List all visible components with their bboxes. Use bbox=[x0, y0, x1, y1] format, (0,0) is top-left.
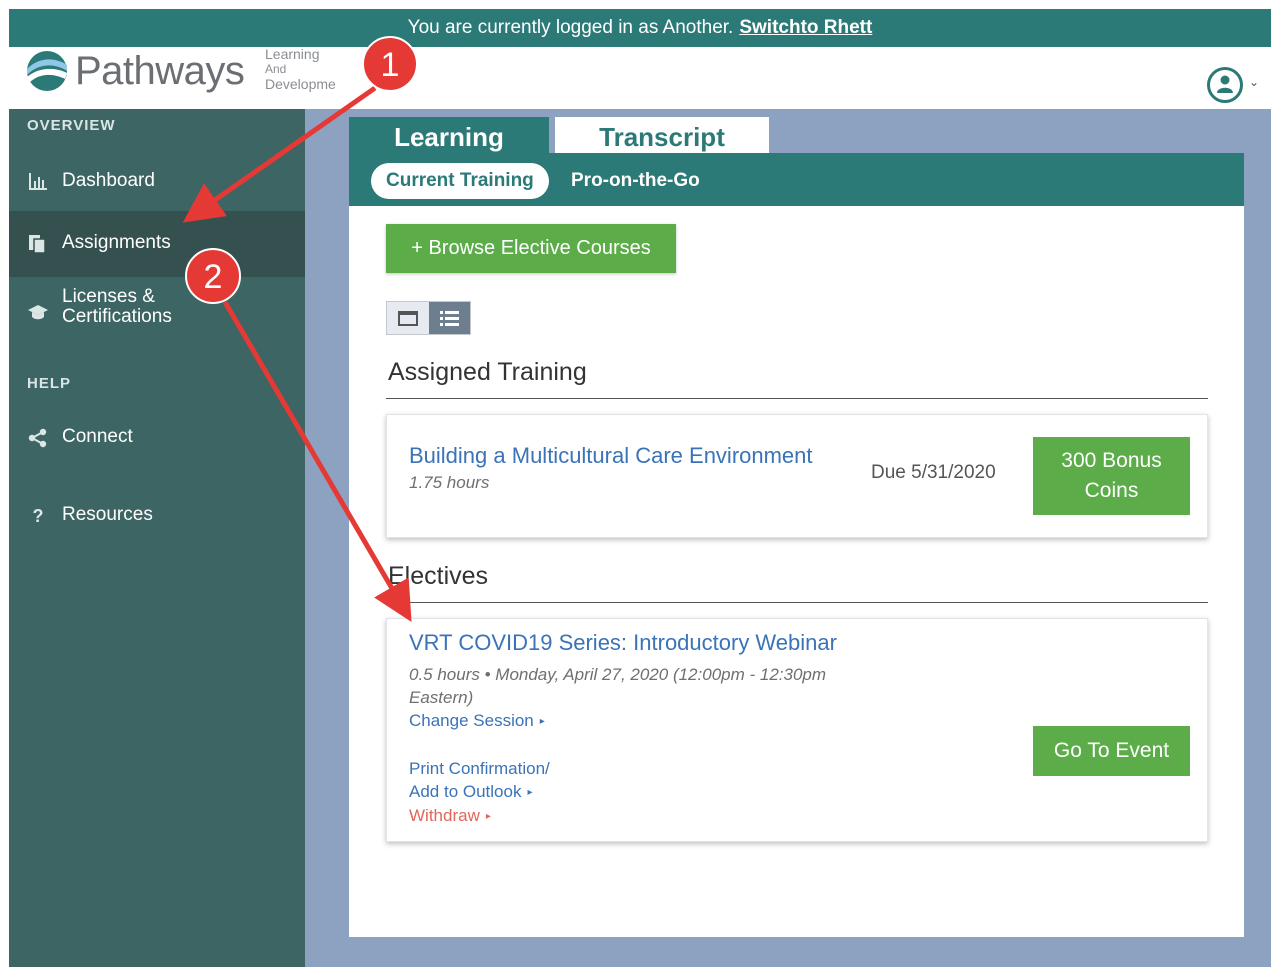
sidebar-item-label: Connect bbox=[62, 426, 133, 447]
bonus-coins-button[interactable]: 300 Bonus Coins bbox=[1033, 437, 1190, 515]
sidebar: OVERVIEW Dashboard Assignments Licenses … bbox=[9, 109, 305, 967]
main-panel: Learning Transcript Current Training Pro… bbox=[349, 115, 1244, 937]
subtab-pro-on-the-go[interactable]: Pro-on-the-Go bbox=[556, 163, 715, 199]
sidebar-item-label: Certifications bbox=[62, 306, 172, 327]
sidebar-item-licenses[interactable]: Licenses & Certifications bbox=[9, 277, 305, 347]
switch-user-link[interactable]: Switchto Rhett bbox=[739, 17, 872, 38]
sidebar-item-label: Licenses & bbox=[62, 286, 155, 307]
session-time: Eastern) bbox=[409, 688, 474, 707]
banner-text: You are currently logged in as Another. bbox=[407, 17, 734, 38]
app-header: Pathways Learning And Developme ⌄ bbox=[9, 47, 1271, 109]
subtab-bar: Current Training Pro-on-the-Go bbox=[349, 153, 1244, 206]
user-avatar-icon bbox=[1207, 67, 1243, 103]
print-confirmation-link[interactable]: Print Confirmation/ Add to Outlook ▸ bbox=[409, 757, 550, 804]
elective-course-card: VRT COVID19 Series: Introductory Webinar… bbox=[386, 618, 1208, 842]
section-divider bbox=[386, 398, 1208, 399]
change-session-link[interactable]: Change Session ▸ bbox=[409, 711, 545, 731]
tab-learning[interactable]: Learning bbox=[349, 117, 549, 157]
go-to-event-button[interactable]: Go To Event bbox=[1033, 726, 1190, 776]
add-to-outlook-label: Add to Outlook bbox=[409, 782, 522, 801]
course-title-link[interactable]: Building a Multicultural Care Environmen… bbox=[409, 443, 813, 469]
section-divider bbox=[386, 602, 1208, 603]
card-view-button[interactable] bbox=[387, 302, 429, 334]
impersonation-banner: You are currently logged in as Another. S… bbox=[9, 9, 1271, 47]
sidebar-item-label: Assignments bbox=[62, 232, 171, 253]
session-details: 0.5 hours • Monday, April 27, 2020 (12:0… bbox=[409, 663, 826, 709]
assignments-icon bbox=[29, 235, 46, 254]
electives-heading: Electives bbox=[388, 562, 489, 590]
sidebar-item-assignments[interactable]: Assignments bbox=[9, 211, 305, 277]
tab-transcript[interactable]: Transcript bbox=[555, 117, 769, 157]
course-title-link[interactable]: VRT COVID19 Series: Introductory Webinar bbox=[409, 630, 837, 656]
change-session-label: Change Session bbox=[409, 711, 534, 730]
sidebar-item-connect[interactable]: Connect bbox=[9, 405, 305, 471]
withdraw-link[interactable]: Withdraw ▸ bbox=[409, 806, 491, 826]
course-hours: 1.75 hours bbox=[409, 473, 490, 492]
sidebar-heading-overview: OVERVIEW bbox=[27, 117, 116, 134]
caret-right-icon: ▸ bbox=[527, 787, 533, 798]
withdraw-label: Withdraw bbox=[409, 806, 480, 825]
print-confirmation-label: Print Confirmation/ bbox=[409, 759, 550, 778]
logo-wordmark: Pathways bbox=[75, 49, 245, 93]
sidebar-heading-help: HELP bbox=[27, 375, 72, 392]
bonus-coins-label: 300 Bonus bbox=[1061, 449, 1162, 472]
user-menu[interactable]: ⌄ bbox=[1205, 65, 1263, 105]
app-window: You are currently logged in as Another. S… bbox=[9, 9, 1271, 967]
card-view-icon bbox=[398, 311, 418, 326]
caret-right-icon: ▸ bbox=[485, 811, 491, 822]
assigned-training-heading: Assigned Training bbox=[388, 358, 587, 386]
browse-elective-courses-button[interactable]: + Browse Elective Courses bbox=[386, 224, 676, 273]
list-view-icon bbox=[440, 311, 459, 326]
bonus-coins-label: Coins bbox=[1084, 479, 1139, 502]
graduation-cap-icon bbox=[28, 305, 48, 320]
logo-tagline-line: And bbox=[265, 62, 287, 76]
logo-tagline-line: Developme bbox=[265, 76, 336, 92]
pathways-logo-icon bbox=[27, 51, 67, 91]
session-time: 0.5 hours • Monday, April 27, 2020 (12:0… bbox=[409, 665, 827, 684]
subtab-current-training[interactable]: Current Training bbox=[371, 163, 549, 199]
sidebar-item-resources[interactable]: ? Resources bbox=[9, 483, 305, 549]
question-icon: ? bbox=[32, 506, 44, 526]
sidebar-item-dashboard[interactable]: Dashboard bbox=[9, 149, 305, 215]
sidebar-item-label: Resources bbox=[62, 504, 153, 525]
due-date: Due 5/31/2020 bbox=[871, 462, 996, 483]
sidebar-item-label: Dashboard bbox=[62, 170, 155, 191]
training-content: + Browse Elective Courses Assigned Train… bbox=[349, 206, 1244, 937]
assigned-course-card: Building a Multicultural Care Environmen… bbox=[386, 414, 1208, 538]
logo-tagline-line: Learning bbox=[265, 46, 320, 62]
logo-tagline: Learning And Developme bbox=[265, 47, 336, 92]
share-icon bbox=[28, 428, 47, 448]
list-view-button[interactable] bbox=[429, 302, 470, 334]
chevron-down-icon: ⌄ bbox=[1249, 75, 1260, 89]
bar-chart-icon bbox=[29, 173, 47, 190]
caret-right-icon: ▸ bbox=[539, 716, 545, 727]
view-toggle bbox=[386, 301, 471, 335]
